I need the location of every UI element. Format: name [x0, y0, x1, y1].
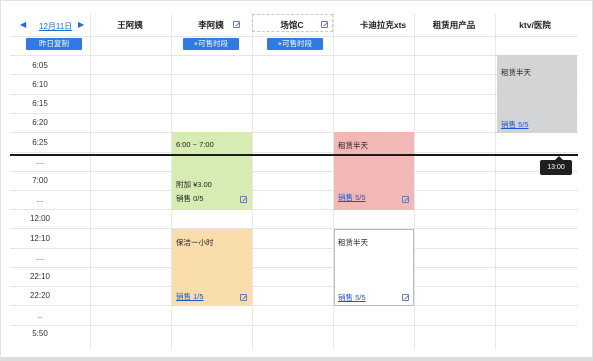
column-header-li: 李阿姨 [198, 20, 224, 30]
current-time-line [10, 154, 578, 156]
time-label: 12:00 [29, 214, 51, 223]
current-time-tag: 13:00 [540, 156, 572, 175]
edit-icon[interactable] [240, 196, 247, 203]
time-label: 6:15 [32, 99, 48, 108]
slot-sales-link[interactable]: 销售 5/5 [501, 119, 529, 130]
slot-title: 保洁一小时 [176, 238, 214, 247]
edit-icon[interactable] [240, 294, 247, 301]
slot-sales-link[interactable]: 销售 5/5 [338, 192, 366, 203]
add-slot-button[interactable]: +可售时段 [267, 38, 323, 50]
slot-sales: 销售 0/5 [176, 194, 204, 203]
add-slot-button[interactable]: +可售时段 [183, 38, 239, 50]
slot-time-range: 6:00 ~ 7:00 [176, 140, 214, 149]
prev-day-icon[interactable]: ◀ [20, 20, 26, 29]
time-label: 5:50 [32, 329, 48, 338]
time-label: 6:20 [32, 118, 48, 127]
slot-price: 附加 ¥3.00 [176, 180, 212, 189]
schedule-grid [10, 14, 578, 350]
column-header-venue-c: 场馆C [280, 20, 304, 30]
edit-icon[interactable] [321, 21, 328, 28]
copy-yesterday-button[interactable]: 昨日复制 [26, 38, 82, 50]
column-header-rental-product: 租赁用产品 [432, 20, 476, 30]
time-label: 22:10 [29, 272, 51, 281]
next-day-icon[interactable]: ▶ [78, 20, 84, 29]
slot-title: 租赁半天 [338, 141, 368, 150]
time-label: ... [36, 157, 44, 166]
slot-title: 租赁半天 [338, 238, 368, 247]
column-header-cadillac: 卡迪拉克xts [359, 20, 407, 30]
time-label: 6:05 [32, 61, 48, 70]
slot-sales-link[interactable]: 销售 1/5 [176, 291, 204, 302]
time-label: 12:10 [29, 234, 51, 243]
time-label: 22:20 [29, 291, 51, 300]
time-label: 6:25 [32, 138, 48, 147]
date-selector[interactable]: 12月11日 [39, 21, 72, 32]
time-label: 7:00 [32, 176, 48, 185]
edit-icon[interactable] [402, 294, 409, 301]
time-label: .. [37, 311, 43, 320]
slot-sales-link[interactable]: 销售 5/5 [338, 292, 366, 303]
time-label: ... [36, 195, 44, 204]
column-header-ktv-hospital: ktv/医院 [519, 20, 551, 30]
time-label: 6:10 [32, 80, 48, 89]
edit-icon[interactable] [233, 21, 240, 28]
time-label: ... [36, 253, 44, 262]
edit-icon[interactable] [402, 196, 409, 203]
slot-title: 租赁半天 [501, 68, 531, 77]
column-header-wang: 王阿姨 [117, 20, 143, 30]
